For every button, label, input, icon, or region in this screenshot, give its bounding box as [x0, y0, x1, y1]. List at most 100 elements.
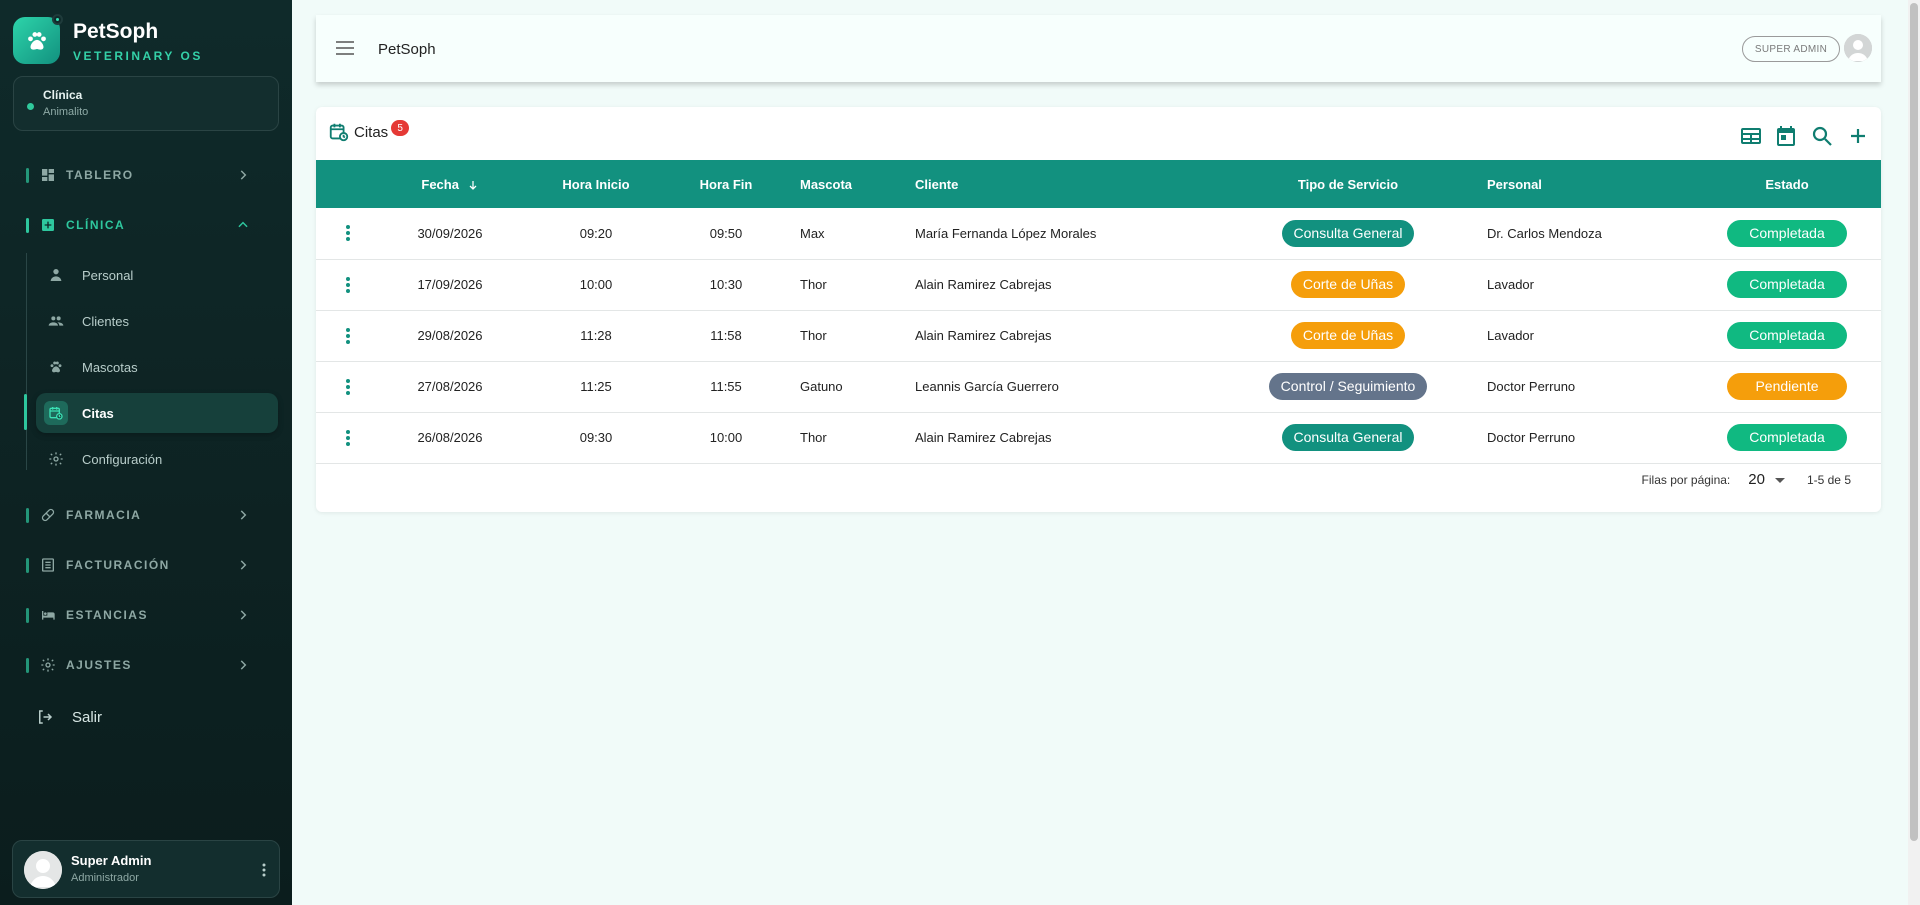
cell-mascota: Gatuno	[800, 379, 843, 394]
cell-mascota: Thor	[800, 430, 827, 445]
appointments-card: Citas 5 Fecha Hora Inicio Hora Fin Masco…	[316, 107, 1881, 512]
cell-estado: Completada	[1693, 310, 1881, 361]
cell-estado: Completada	[1693, 259, 1881, 310]
cell-hora-inicio: 09:30	[579, 430, 613, 445]
column-header-cliente[interactable]: Cliente	[915, 160, 1223, 208]
nav-section-tablero[interactable]: TABLERO	[0, 160, 292, 190]
nav-section-label: AJUSTES	[66, 658, 132, 672]
status-badge: Completada	[1727, 322, 1847, 349]
more-vert-icon[interactable]	[257, 861, 271, 879]
receipt-icon	[42, 558, 54, 572]
page-scrollbar[interactable]	[1908, 0, 1920, 905]
scrollbar-thumb[interactable]	[1910, 3, 1918, 841]
section-bar	[26, 218, 29, 233]
table-row[interactable]: 29/08/2026 11:28 11:58 Thor Alain Ramirez Ca…	[316, 310, 1881, 361]
brand[interactable]: PetSoph VETERINARY OS	[13, 14, 203, 64]
role-chip[interactable]: SUPER ADMIN	[1742, 36, 1840, 62]
submenu-guide-line	[26, 253, 27, 470]
cell-tipo-servicio: Consulta General	[1223, 208, 1473, 259]
sidebar-item-mascotas[interactable]: Mascotas	[36, 347, 278, 387]
column-header-personal[interactable]: Personal	[1473, 160, 1693, 208]
column-header-estado[interactable]: Estado	[1693, 160, 1881, 208]
column-header-tipo-servicio[interactable]: Tipo de Servicio	[1223, 160, 1473, 208]
more-vert-icon	[346, 225, 350, 242]
cell-cliente: María Fernanda López Morales	[915, 225, 1097, 241]
pagination: Filas por página: 20 1-5 de 5	[1642, 471, 1851, 488]
section-bar	[26, 508, 29, 523]
brand-name: PetSoph	[73, 19, 159, 43]
cell-mascota: Thor	[800, 328, 827, 343]
chevron-right-icon	[240, 560, 247, 570]
sidebar-item-label: Personal	[82, 268, 134, 283]
service-type-chip: Corte de Uñas	[1290, 271, 1406, 298]
logout-icon	[39, 710, 53, 724]
table-view-icon[interactable]	[1739, 124, 1763, 148]
cell-fecha: 27/08/2026	[417, 379, 483, 394]
user-card[interactable]: Super Admin Administrador	[12, 840, 280, 898]
appointments-table: Fecha Hora Inicio Hora Fin Mascota Clien…	[316, 160, 1881, 464]
row-actions-button[interactable]	[316, 361, 380, 412]
nav-section-facturacion[interactable]: FACTURACIÓN	[0, 550, 292, 580]
nav-section-label: FARMACIA	[66, 508, 142, 522]
cell-hora-inicio: 11:28	[580, 328, 612, 343]
cell-hora-fin: 10:30	[709, 277, 743, 292]
table-row[interactable]: 27/08/2026 11:25 11:55 Gatuno Leannis García…	[316, 361, 1881, 412]
dashboard-icon	[42, 169, 54, 181]
avatar[interactable]	[1844, 34, 1872, 62]
section-bar	[26, 168, 29, 183]
section-bar	[26, 658, 29, 673]
column-header-label: Fecha	[421, 176, 459, 192]
column-header-hora-fin[interactable]: Hora Fin	[672, 160, 780, 208]
row-actions-button[interactable]	[316, 208, 380, 259]
table-row[interactable]: 17/09/2026 10:00 10:30 Thor Alain Ramirez Ca…	[316, 259, 1881, 310]
column-header-mascota[interactable]: Mascota	[780, 160, 915, 208]
card-title: Citas	[354, 123, 389, 141]
logout-button[interactable]: Salir	[36, 705, 102, 729]
cell-hora-fin: 11:55	[710, 379, 742, 394]
hamburger-menu-icon[interactable]	[335, 39, 355, 57]
column-header-fecha[interactable]: Fecha	[380, 160, 520, 208]
search-icon[interactable]	[1810, 124, 1834, 148]
row-actions-button[interactable]	[316, 412, 380, 463]
calendar-clock-icon	[329, 123, 349, 142]
nav-section-farmacia[interactable]: FARMACIA	[0, 500, 292, 530]
pagination-range: 1-5 de 5	[1806, 472, 1851, 487]
cell-hora-inicio: 09:20	[579, 225, 613, 241]
cell-hora-inicio: 10:00	[579, 277, 613, 292]
cell-tipo-servicio: Corte de Uñas	[1223, 259, 1473, 310]
add-icon[interactable]	[1846, 124, 1870, 148]
table-row[interactable]: 30/09/2026 09:20 09:50 Max María Fernanda Ló…	[316, 208, 1881, 259]
sidebar-item-configuracion[interactable]: Configuración	[36, 439, 278, 479]
sidebar-item-label: Citas	[82, 406, 114, 421]
person-icon	[50, 269, 62, 281]
table-row[interactable]: 26/08/2026 09:30 10:00 Thor Alain Ramirez Ca…	[316, 412, 1881, 463]
cell-personal: Dr. Carlos Mendoza	[1487, 225, 1602, 241]
sidebar-item-clientes[interactable]: Clientes	[36, 301, 278, 341]
chevron-right-icon	[240, 610, 247, 620]
clinic-selector[interactable]: Clínica Animalito	[13, 76, 279, 131]
nav-section-clinica[interactable]: CLÍNICA	[0, 210, 292, 240]
row-actions-button[interactable]	[316, 310, 380, 361]
paw-logo-icon	[13, 14, 63, 64]
nav-section-ajustes[interactable]: AJUSTES	[0, 650, 292, 680]
nav-section-label: ESTANCIAS	[66, 608, 148, 622]
sidebar-item-personal[interactable]: Personal	[36, 255, 278, 295]
chevron-right-icon	[240, 170, 247, 180]
sidebar-item-label: Clientes	[82, 314, 129, 329]
service-type-chip: Consulta General	[1281, 219, 1415, 247]
nav-section-label: TABLERO	[66, 168, 134, 182]
calendar-view-icon[interactable]	[1774, 124, 1798, 148]
column-header-hora-inicio[interactable]: Hora Inicio	[520, 160, 672, 208]
sidebar-item-citas[interactable]: Citas	[36, 393, 278, 433]
clinic-name: Animalito	[43, 106, 89, 118]
status-badge: Pendiente	[1727, 373, 1847, 400]
cell-tipo-servicio: Control / Seguimiento	[1223, 361, 1473, 412]
nav-section-label: CLÍNICA	[66, 218, 126, 232]
nav-section-estancias[interactable]: ESTANCIAS	[0, 600, 292, 630]
calendar-clock-icon	[49, 407, 63, 420]
cell-estado: Pendiente	[1693, 361, 1881, 412]
row-actions-button[interactable]	[316, 259, 380, 310]
cell-hora-fin: 09:50	[709, 225, 743, 241]
status-badge: Completada	[1727, 424, 1847, 451]
rows-per-page-select[interactable]: 20	[1748, 471, 1785, 488]
